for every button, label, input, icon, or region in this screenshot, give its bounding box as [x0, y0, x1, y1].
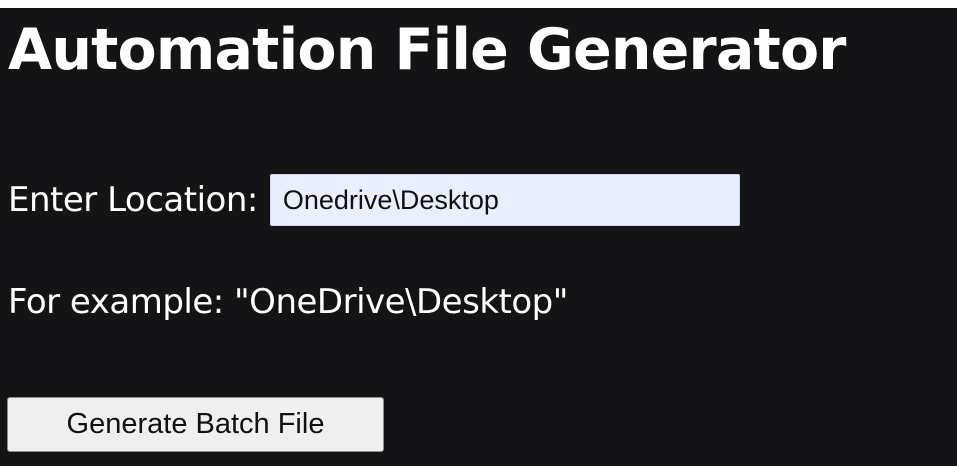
page-root: Automation File Generator Enter Location… [0, 0, 957, 466]
location-row: Enter Location: [8, 172, 740, 228]
location-label: Enter Location: [8, 180, 258, 220]
main-panel: Automation File Generator Enter Location… [0, 0, 957, 466]
example-text: For example: "OneDrive\Desktop" [8, 282, 568, 322]
page-title: Automation File Generator [8, 17, 846, 83]
location-input[interactable] [269, 174, 740, 226]
generate-batch-file-button[interactable]: Generate Batch File [7, 397, 384, 452]
top-white-strip [0, 0, 957, 8]
